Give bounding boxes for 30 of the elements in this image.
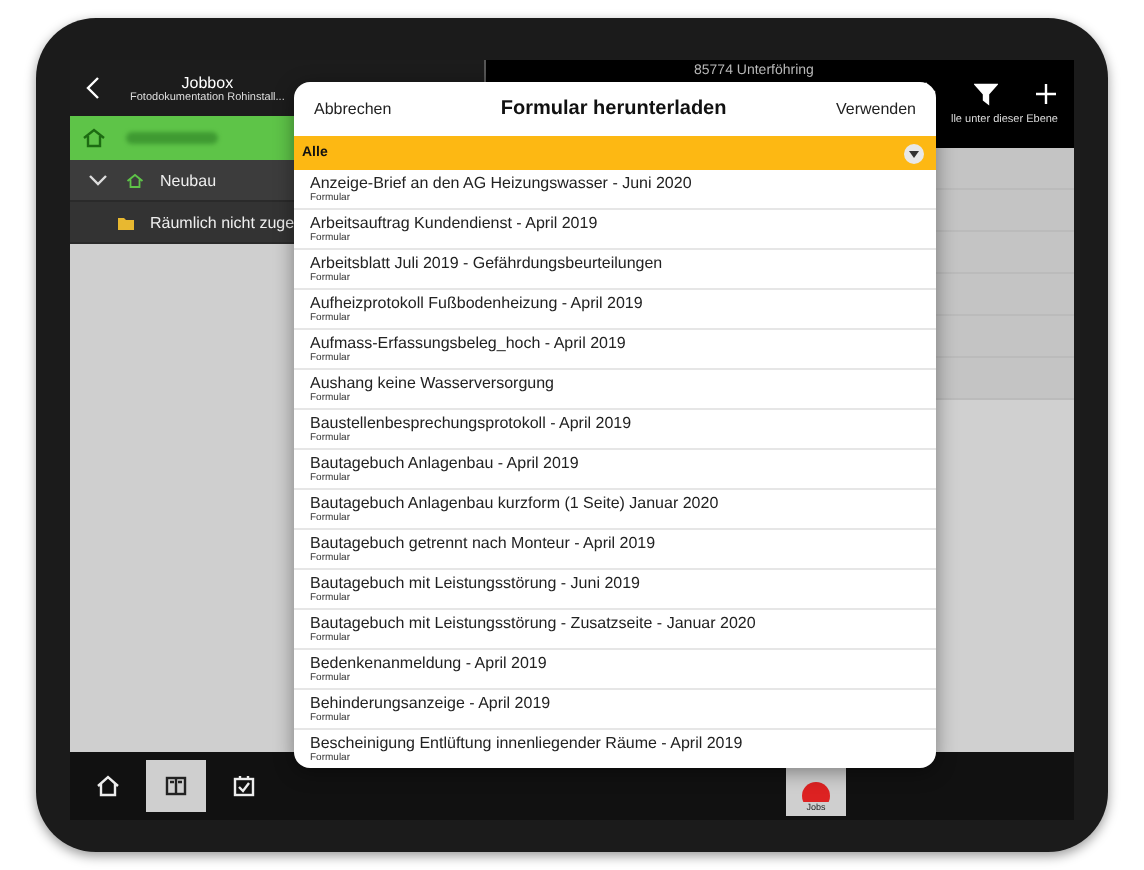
- form-title: Bautagebuch mit Leistungsstörung - Juni 2019: [310, 574, 642, 592]
- form-title: Aushang keine Wasserversorgung: [310, 374, 556, 392]
- form-title: Baustellenbesprechungsprotokoll - April 2019: [310, 414, 634, 432]
- form-title: Arbeitsblatt Juli 2019 - Gefährdungsbeurteilungen: [310, 254, 665, 272]
- house-icon: [126, 171, 144, 189]
- calendar-check-icon: [232, 774, 256, 798]
- book-icon: [164, 774, 188, 798]
- filter-icon: [974, 82, 998, 106]
- tab-button[interactable]: [146, 760, 206, 812]
- form-title: Aufheizprotokoll Fußbodenheizung - April 2019: [310, 294, 645, 312]
- form-title: Bedenkenanmeldung - April 2019: [310, 654, 549, 672]
- form-title: Bautagebuch mit Leistungsstörung - Zusatzseite - Januar 2020: [310, 614, 758, 632]
- form-title: Bautagebuch Anlagenbau kurzform (1 Seite) Januar 2020: [310, 494, 721, 512]
- form-title: Behinderungsanzeige - April 2019: [310, 694, 553, 712]
- blurred-text: [126, 132, 218, 144]
- plus-icon: [1034, 82, 1058, 106]
- form-title: Bautagebuch Anlagenbau - April 2019: [310, 454, 581, 472]
- use-button[interactable]: Verwenden: [835, 100, 916, 118]
- form-title: Bescheinigung Entlüftung innenliegender Räume - April 2019: [310, 734, 745, 752]
- tree-label: Neubau: [160, 171, 217, 189]
- dialog-title: Formular herunterladen: [498, 98, 729, 120]
- home-icon: [96, 774, 120, 798]
- form-title: Bautagebuch getrennt nach Monteur - April 2019: [310, 534, 658, 552]
- cancel-button[interactable]: Abbrechen: [314, 100, 392, 118]
- dropdown-icon: [904, 143, 924, 163]
- folder-icon: [118, 215, 134, 229]
- form-title: Aufmass-Erfassungsbeleg_hoch - April 2019: [310, 334, 628, 352]
- house-icon: [82, 126, 106, 150]
- app-title: Jobbox: [181, 73, 234, 91]
- tree-label: Räumlich nicht zuge: [150, 213, 295, 231]
